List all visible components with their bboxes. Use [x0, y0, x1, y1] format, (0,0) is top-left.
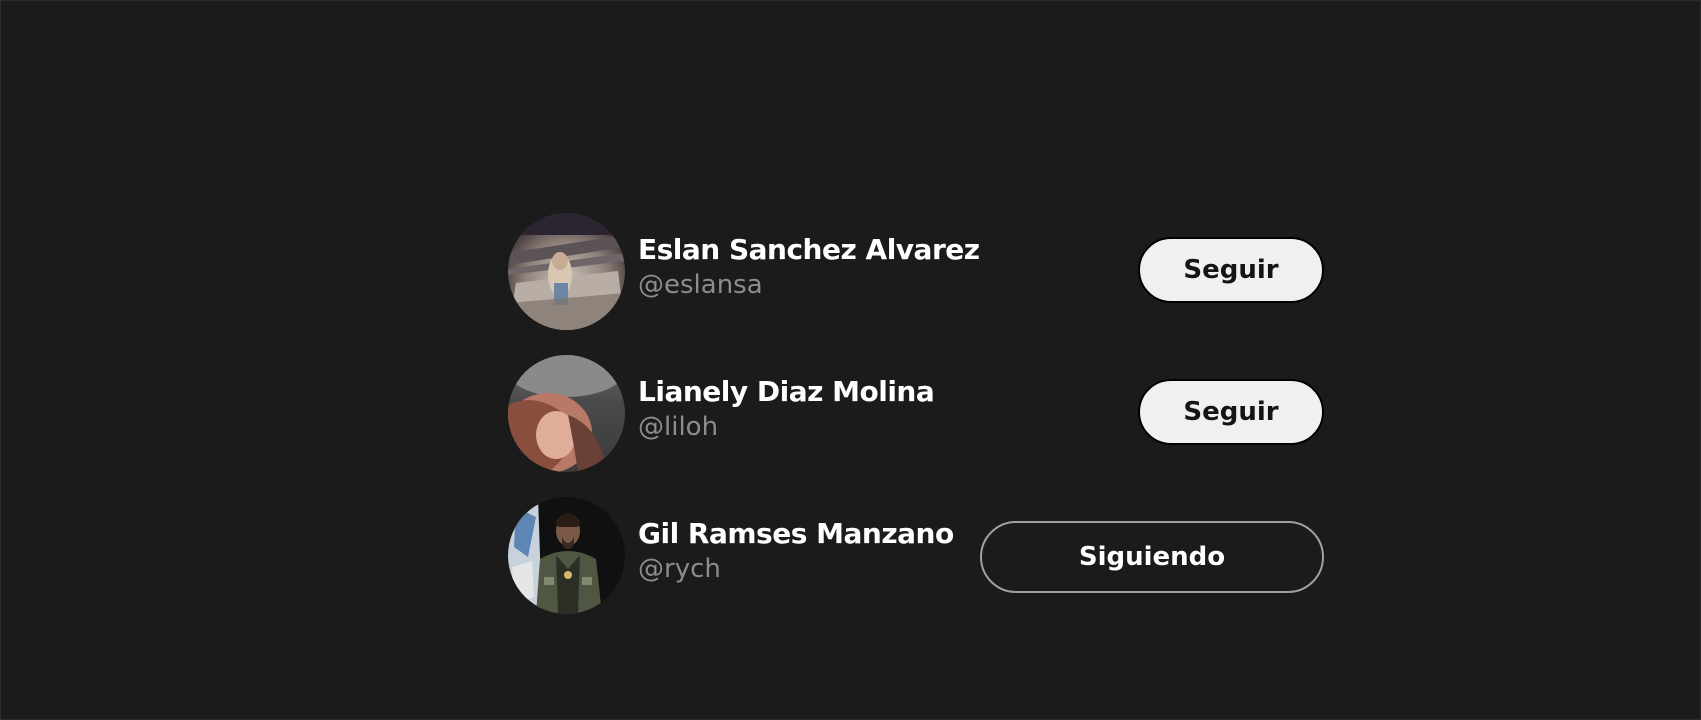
- user-text: Lianely Diaz Molina @liloh: [638, 375, 935, 443]
- user-handle: @eslansa: [638, 269, 763, 300]
- user-suggestion-list: Eslan Sanchez Alvarez @eslansa Seguir Li…: [508, 207, 1324, 633]
- user-text: Gil Ramses Manzano @rych: [638, 517, 954, 585]
- user-display-name[interactable]: Eslan Sanchez Alvarez: [638, 233, 980, 267]
- user-text: Eslan Sanchez Alvarez @eslansa: [638, 233, 980, 301]
- user-handle: @rych: [638, 553, 721, 584]
- follow-button[interactable]: Seguir: [1138, 237, 1324, 303]
- follow-button[interactable]: Seguir: [1138, 379, 1324, 445]
- user-row: Gil Ramses Manzano @rych Siguiendo: [508, 491, 1324, 633]
- following-button[interactable]: Siguiendo: [980, 521, 1324, 593]
- avatar-rych[interactable]: [508, 497, 625, 614]
- avatar-liloh[interactable]: [508, 355, 625, 472]
- avatar-eslansa[interactable]: [508, 213, 625, 330]
- user-handle: @liloh: [638, 411, 719, 442]
- user-display-name[interactable]: Lianely Diaz Molina: [638, 375, 935, 409]
- user-display-name[interactable]: Gil Ramses Manzano: [638, 517, 954, 551]
- user-row: Eslan Sanchez Alvarez @eslansa Seguir: [508, 207, 1324, 349]
- user-row: Lianely Diaz Molina @liloh Seguir: [508, 349, 1324, 491]
